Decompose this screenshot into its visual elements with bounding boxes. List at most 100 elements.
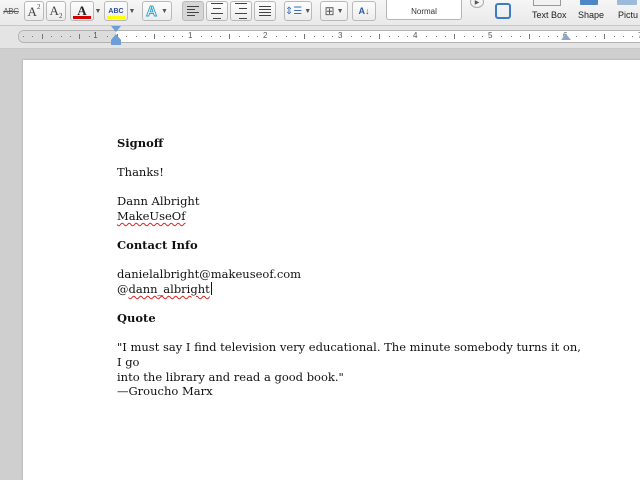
ruler-tick — [594, 36, 596, 37]
ruler-tick — [201, 36, 203, 37]
ruler-tick — [79, 34, 81, 39]
highlight-dropdown[interactable]: ▼ — [128, 1, 136, 21]
ruler-tick — [32, 36, 34, 37]
shape-button[interactable] — [578, 0, 600, 6]
font-color-dropdown[interactable]: ▼ — [94, 1, 102, 21]
chevron-down-icon: ▼ — [94, 7, 102, 15]
borders-icon: ⊞ — [324, 4, 335, 18]
justify-button[interactable] — [254, 1, 276, 21]
subscript-button[interactable]: A2 — [46, 1, 66, 21]
text-cursor — [210, 281, 212, 295]
ruler-tick — [548, 36, 549, 37]
align-center-button[interactable] — [206, 1, 228, 21]
ruler-number: 5 — [488, 31, 493, 40]
text-box-button[interactable] — [532, 0, 562, 6]
ruler-tick — [398, 36, 399, 37]
font-color-swatch — [73, 16, 91, 19]
document-page[interactable]: Signoff Thanks! Dann Albright MakeUseOf … — [23, 60, 640, 480]
ruler-tick — [351, 36, 353, 37]
ruler-tick — [276, 36, 278, 37]
ruler-number: 4 — [413, 31, 418, 40]
ruler-tick — [304, 34, 306, 39]
text-box-icon — [533, 0, 561, 6]
ruler-area: 11234567 — [0, 26, 640, 49]
ruler-tick — [369, 36, 371, 37]
ruler-tick — [454, 34, 456, 39]
ruler-tick — [332, 36, 334, 37]
line-spacing-button[interactable]: ⇕☰ ▼ — [284, 1, 312, 21]
style-normal-label: Normal — [411, 7, 437, 16]
strikethrough-icon: ABC — [3, 6, 19, 16]
right-indent-marker[interactable] — [561, 34, 571, 40]
ruler-tick — [23, 36, 24, 37]
ruler-tick — [88, 36, 90, 37]
ruler-tick — [473, 36, 474, 37]
ruler-tick — [229, 34, 231, 39]
align-center-icon — [211, 1, 223, 21]
chevron-down-icon: ▼ — [304, 7, 312, 15]
left-indent-marker[interactable] — [111, 40, 121, 45]
ruler-tick — [210, 36, 212, 37]
ruler-tick — [613, 36, 615, 37]
ruler-tick — [294, 36, 296, 37]
style-normal[interactable]: Normal — [386, 0, 462, 20]
ruler-tick — [41, 34, 43, 39]
document-body[interactable]: Signoff Thanks! Dann Albright MakeUseOf … — [117, 136, 587, 399]
superscript-icon: A2 — [28, 3, 41, 20]
ruler-tick — [135, 36, 137, 37]
subscript-letter: A — [49, 2, 59, 18]
name-line: Dann Albright — [117, 194, 200, 209]
email-line: danielalbright@makeuseof.com — [117, 267, 302, 282]
ruler-tick — [285, 36, 287, 37]
ruler-tick — [60, 36, 62, 37]
shape-label[interactable]: Shape — [578, 10, 604, 20]
quote-heading: Quote — [117, 311, 156, 326]
shape-icon — [580, 0, 598, 5]
highlight-button[interactable]: ABC — [104, 1, 128, 21]
styles-pane-arrow[interactable]: ▶ — [470, 0, 484, 8]
ruler-tick — [463, 36, 465, 37]
align-left-button[interactable] — [182, 1, 204, 21]
ruler-tick — [519, 36, 521, 37]
thanks-line: Thanks! — [117, 165, 164, 180]
text-effects-button[interactable]: A ▼ — [142, 1, 172, 21]
picture-label[interactable]: Pictu — [618, 10, 638, 20]
ruler-tick — [238, 36, 240, 37]
styles-pane-button[interactable] — [494, 1, 512, 21]
picture-button[interactable] — [616, 0, 638, 6]
ruler-tick — [173, 36, 174, 37]
superscript-mark: 2 — [36, 2, 41, 11]
first-line-indent-marker[interactable] — [111, 26, 121, 32]
ruler-tick — [154, 34, 156, 39]
ruler-tick — [69, 36, 71, 37]
ruler-tick — [501, 36, 503, 37]
superscript-button[interactable]: A2 — [24, 1, 44, 21]
ribbon-toolbar: ABC A2 A2 A ▼ ABC ▼ A ▼ ⇕☰ ▼ ⊞ ▼ A↓ Norm — [0, 0, 640, 26]
handle-text: dann_albright — [128, 281, 210, 296]
align-right-icon — [235, 1, 247, 21]
chevron-down-icon: ▼ — [336, 7, 344, 15]
text-box-label[interactable]: Text Box — [532, 10, 567, 20]
ruler-tick — [360, 36, 362, 37]
ruler-number: 1 — [93, 31, 98, 40]
align-right-button[interactable] — [230, 1, 252, 21]
chevron-down-icon: ▼ — [160, 7, 168, 15]
ruler-tick — [557, 36, 559, 37]
handle-line: @dann_albright — [117, 281, 587, 297]
ruler-tick — [576, 36, 578, 37]
ruler-number: 1 — [188, 31, 193, 40]
ruler-tick — [144, 36, 146, 37]
ruler-tick — [323, 36, 324, 37]
sort-button[interactable]: A↓ — [352, 1, 376, 21]
text-effects-icon: A — [146, 2, 158, 20]
subscript-mark: 2 — [58, 11, 63, 20]
ruler-tick — [585, 36, 587, 37]
borders-button[interactable]: ⊞ ▼ — [320, 1, 348, 21]
ruler-tick — [257, 36, 259, 37]
font-color-button[interactable]: A — [70, 1, 94, 21]
picture-icon — [617, 0, 637, 5]
company-line: MakeUseOf — [117, 208, 186, 223]
line-spacing-icon: ⇕☰ — [284, 5, 303, 17]
ruler-tick — [163, 36, 165, 37]
strikethrough-button[interactable]: ABC — [0, 1, 22, 21]
